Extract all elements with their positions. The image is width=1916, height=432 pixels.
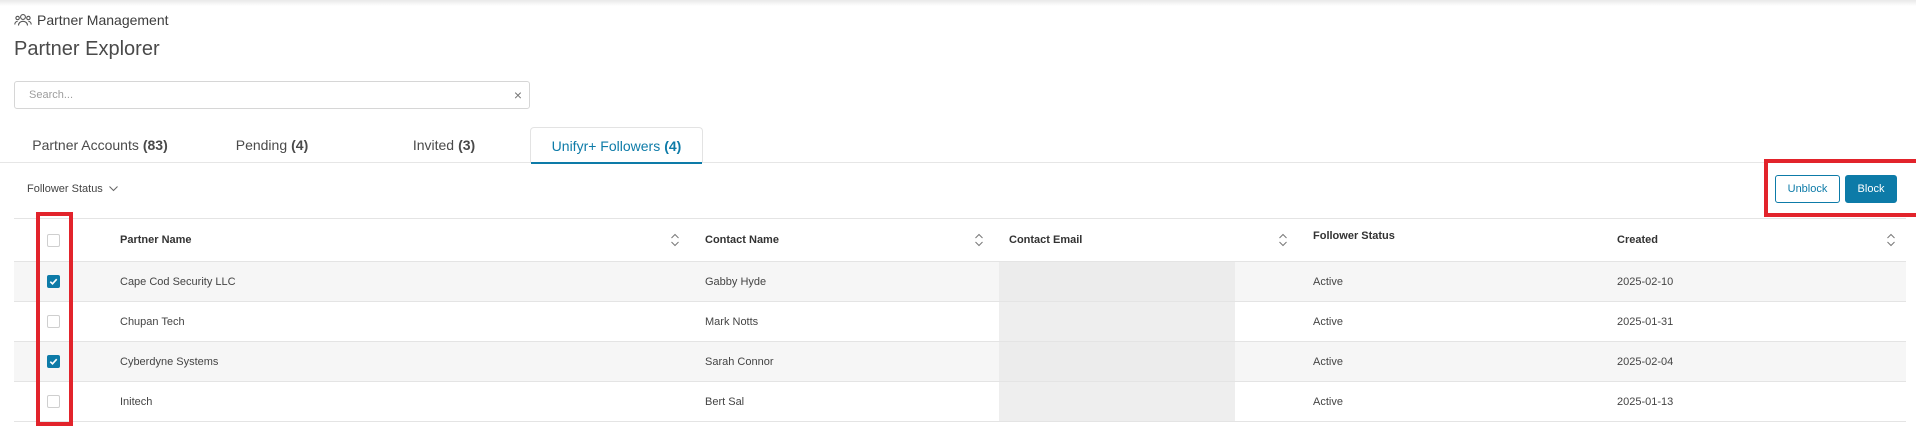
- redacted-email: [999, 382, 1235, 421]
- contact-name-cell: Bert Sal: [705, 395, 745, 408]
- follower-status-cell: Active: [1313, 395, 1343, 408]
- follower-status-cell: Active: [1313, 275, 1343, 288]
- created-cell: 2025-01-13: [1617, 395, 1674, 408]
- table-row[interactable]: Initech Bert Sal Active 2025-01-13: [14, 382, 1906, 422]
- column-header-follower-status[interactable]: Follower Status: [1313, 215, 1395, 257]
- checkbox-column-highlight-box: [36, 212, 73, 426]
- table-row[interactable]: Chupan Tech Mark Notts Active 2025-01-31: [14, 302, 1906, 342]
- tab-bar: Partner Accounts (83) Pending (4) Invited(…: [0, 127, 1916, 164]
- contact-name-cell: Mark Notts: [705, 315, 759, 328]
- contact-name-cell: Sarah Connor: [705, 355, 774, 368]
- partners-icon: [14, 14, 32, 26]
- partner-name-cell[interactable]: Cyberdyne Systems: [120, 342, 218, 381]
- column-header-created[interactable]: Created: [1617, 219, 1658, 261]
- filter-label: Follower Status: [27, 183, 103, 195]
- created-cell: 2025-01-31: [1617, 315, 1674, 328]
- breadcrumb-label[interactable]: Partner Management: [37, 12, 169, 28]
- tab-count: (4): [291, 137, 309, 153]
- column-header-contact-email[interactable]: Contact Email: [1009, 219, 1082, 261]
- page-title: Partner Explorer: [14, 38, 160, 60]
- follower-status-cell: Active: [1313, 315, 1343, 328]
- sort-icon[interactable]: [1278, 232, 1288, 248]
- tab-label: Pending: [235, 137, 288, 153]
- partner-name-cell[interactable]: Cape Cod Security LLC: [120, 262, 236, 301]
- block-button[interactable]: Block: [1845, 175, 1897, 203]
- table-row[interactable]: Cyberdyne Systems Sarah Connor Active 20…: [14, 342, 1906, 382]
- tab-count: (83): [142, 137, 168, 153]
- column-header-contact-name[interactable]: Contact Name: [705, 219, 779, 261]
- chevron-down-icon: [108, 186, 118, 192]
- tab-count: (4): [664, 137, 682, 154]
- column-header-partner-name[interactable]: Partner Name: [120, 219, 192, 261]
- tab-count: (3): [458, 137, 476, 153]
- redacted-email: [999, 302, 1235, 341]
- redacted-email: [999, 262, 1235, 301]
- redacted-email: [999, 342, 1235, 381]
- tab-label: Unifyr+ Followers: [551, 137, 661, 154]
- unblock-button[interactable]: Unblock: [1775, 175, 1840, 203]
- search-box: ×: [14, 81, 530, 109]
- search-input[interactable]: [27, 83, 507, 107]
- table-header: Partner Name Contact Name Contact Email …: [14, 218, 1906, 262]
- tab-label: Partner Accounts: [32, 137, 139, 153]
- top-shadow: [0, 0, 1916, 6]
- table-row[interactable]: Cape Cod Security LLC Gabby Hyde Active …: [14, 262, 1906, 302]
- created-cell: 2025-02-10: [1617, 275, 1674, 288]
- contact-name-cell: Gabby Hyde: [705, 275, 767, 288]
- created-cell: 2025-02-04: [1617, 355, 1674, 368]
- tab-unifyr-followers[interactable]: Unifyr+ Followers (4): [530, 127, 703, 164]
- sort-icon[interactable]: [974, 232, 984, 248]
- clear-search-icon[interactable]: ×: [507, 87, 529, 103]
- follower-status-filter[interactable]: Follower Status: [27, 183, 118, 195]
- tab-partner-accounts[interactable]: Partner Accounts (83): [14, 127, 186, 163]
- tab-invited[interactable]: Invited (3): [358, 127, 530, 163]
- tab-pending[interactable]: Pending (4): [186, 127, 358, 163]
- partner-name-cell[interactable]: Initech: [120, 382, 152, 421]
- partner-name-cell[interactable]: Chupan Tech: [120, 302, 185, 341]
- follower-status-cell: Active: [1313, 355, 1343, 368]
- tab-label: Invited: [412, 137, 455, 153]
- breadcrumb: Partner Management: [14, 12, 169, 28]
- sort-icon[interactable]: [1886, 232, 1896, 248]
- sort-icon[interactable]: [670, 232, 680, 248]
